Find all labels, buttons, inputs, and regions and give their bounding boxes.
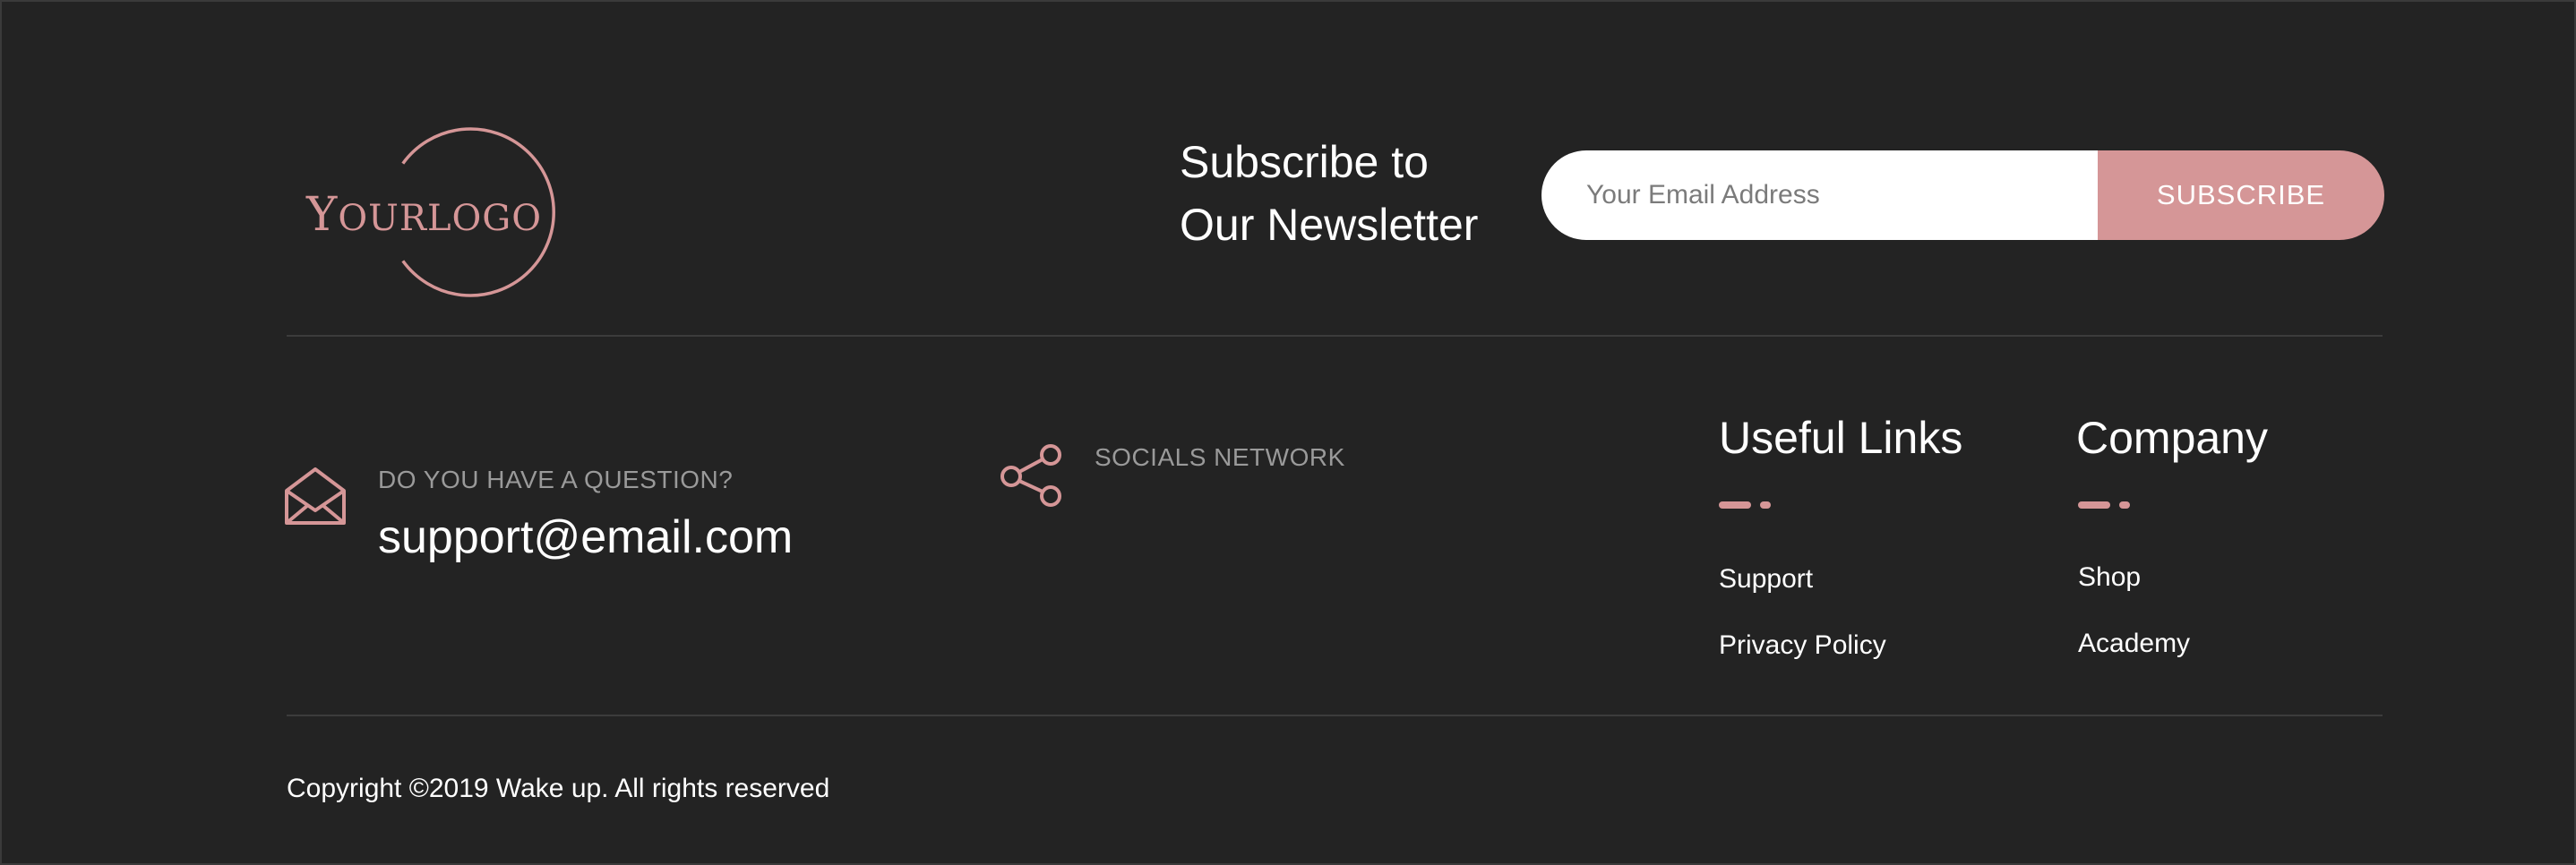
link-academy[interactable]: Academy (2078, 629, 2190, 659)
link-privacy-policy[interactable]: Privacy Policy (1719, 630, 1886, 661)
useful-links-title: Useful Links (1719, 413, 1963, 463)
share-icon (1000, 444, 1063, 507)
footer: YOURLOGO Subscribe to Our Newsletter SUB… (0, 0, 2576, 865)
useful-links-accent (1719, 501, 1773, 509)
newsletter-title-line1: Subscribe to (1180, 137, 1429, 187)
subscribe-button[interactable]: SUBSCRIBE (2098, 150, 2384, 240)
company-accent (2078, 501, 2132, 509)
top-divider (287, 335, 2383, 337)
copyright-text: Copyright ©2019 Wake up. All rights rese… (287, 774, 830, 803)
support-email-link[interactable]: support@email.com (378, 510, 793, 564)
question-label: DO YOU HAVE A QUESTION? (378, 466, 734, 493)
socials-network-label: SOCIALS NETWORK (1095, 443, 1345, 471)
bottom-divider (287, 715, 2383, 716)
link-support[interactable]: Support (1719, 564, 1813, 595)
newsletter-title-line2: Our Newsletter (1180, 200, 1479, 250)
newsletter-email-input[interactable] (1541, 150, 2115, 240)
company-title: Company (2076, 413, 2268, 463)
envelope-open-icon (285, 467, 346, 525)
link-shop[interactable]: Shop (2078, 562, 2141, 593)
logo[interactable]: YOURLOGO (287, 127, 564, 297)
newsletter-title: Subscribe to Our Newsletter (1180, 131, 1520, 256)
logo-text: YOURLOGO (306, 188, 543, 242)
